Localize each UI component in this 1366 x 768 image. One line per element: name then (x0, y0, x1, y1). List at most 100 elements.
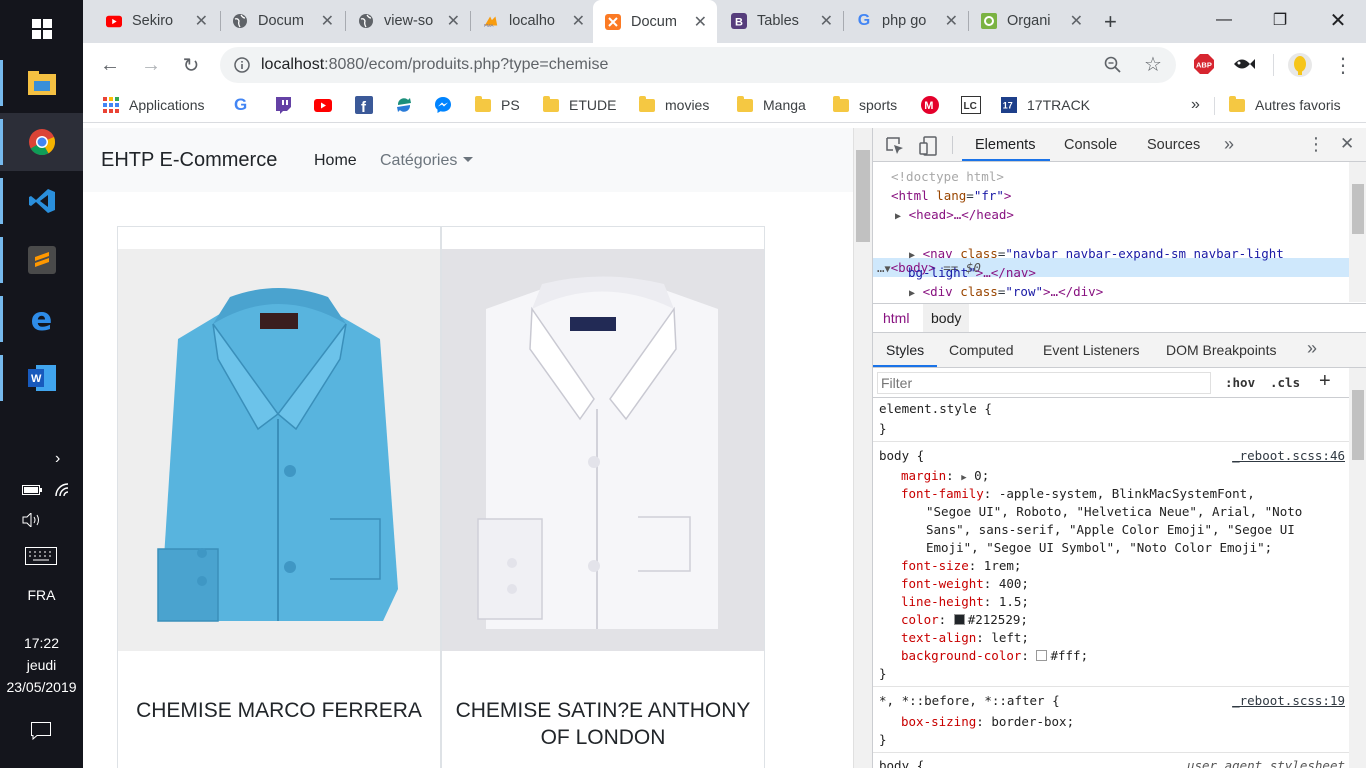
close-tab-icon[interactable]: ✕ (572, 11, 585, 31)
show-hidden-icons-chevron-icon[interactable]: › (55, 450, 60, 468)
fish-extension-icon[interactable] (1232, 55, 1256, 73)
new-style-rule-plus-icon[interactable]: + (1319, 370, 1331, 393)
tab-2[interactable]: view-so ✕ (346, 7, 470, 35)
tab-4-active[interactable]: Docum ✕ (593, 0, 717, 43)
expand-triangle-icon[interactable]: ▶ (895, 211, 901, 222)
lc-bookmark-icon[interactable]: LC (961, 94, 981, 116)
expand-triangle-icon[interactable]: ▶ (909, 250, 915, 261)
tab-7[interactable]: Organi ✕ (969, 7, 1093, 35)
decl-color[interactable]: color: #212529; (901, 611, 1028, 629)
decl-text-align[interactable]: text-align: left; (901, 629, 1029, 647)
close-tab-icon[interactable]: ✕ (1070, 11, 1083, 31)
nav-dropdown-categories[interactable]: Catégories (380, 152, 474, 170)
crumb-html[interactable]: html (883, 310, 909, 326)
youtube-bookmark-icon[interactable] (314, 94, 332, 116)
reload-icon[interactable]: ↻ (177, 51, 205, 79)
taskbar-vscode[interactable] (0, 172, 83, 230)
more-tabs-chevron-icon[interactable]: » (1224, 134, 1234, 155)
tab-dom-breakpoints[interactable]: DOM Breakpoints (1166, 342, 1276, 358)
product-card[interactable]: CHEMISE SATIN?E ANTHONY OF LONDON (441, 226, 765, 768)
decl-font-weight[interactable]: font-weight: 400; (901, 575, 1029, 593)
decl-font-size[interactable]: font-size: 1rem; (901, 557, 1021, 575)
bookmark-folder-sports[interactable]: sports (833, 94, 897, 116)
bookmark-folder-manga[interactable]: Manga (737, 94, 806, 116)
taskbar-sublime[interactable] (0, 231, 83, 289)
more-subtabs-chevron-icon[interactable]: » (1307, 338, 1317, 359)
new-tab-plus-icon[interactable]: + (1104, 9, 1117, 35)
dom-node-div-row[interactable]: ▶ <div class="row">…</div> (909, 282, 1103, 301)
product-image-white-shirt[interactable] (442, 249, 764, 651)
taskbar-edge[interactable]: e (0, 290, 83, 348)
decl-box-sizing[interactable]: box-sizing: border-box; (901, 713, 1074, 731)
cls-toggle[interactable]: .cls (1270, 375, 1300, 390)
color-swatch[interactable] (953, 614, 965, 625)
color-swatch[interactable] (1036, 650, 1048, 661)
tab-styles[interactable]: Styles (886, 342, 924, 358)
crumb-body[interactable]: body (923, 304, 970, 332)
product-card[interactable]: CHEMISE MARCO FERRERA (117, 226, 441, 768)
more-bookmarks-chevron-icon[interactable]: » (1191, 94, 1200, 116)
bookmark-applications[interactable]: Applications (103, 94, 205, 116)
bookmark-17track[interactable]: 17 17TRACK (1001, 94, 1090, 116)
product-title[interactable]: CHEMISE MARCO FERRERA (128, 697, 430, 724)
decl-font-family[interactable]: font-family: -apple-system, BlinkMacSyst… (901, 485, 1255, 503)
url-text[interactable]: localhost:8080/ecom/produits.php?type=ch… (261, 56, 608, 74)
dom-tree-scrollbar[interactable] (1349, 162, 1366, 302)
taskbar-file-explorer[interactable] (0, 54, 83, 112)
device-toolbar-icon[interactable] (919, 136, 939, 156)
forward-arrow-icon[interactable]: → (137, 51, 165, 79)
source-link[interactable]: _reboot.scss:19 (1232, 692, 1345, 710)
bookmark-other-favorites[interactable]: Autres favoris (1229, 94, 1341, 116)
rule-body-selector[interactable]: body { (879, 447, 924, 465)
product-title[interactable]: CHEMISE SATIN?E ANTHONY OF LONDON (452, 697, 754, 751)
tab-6[interactable]: G php go ✕ (844, 7, 968, 35)
close-devtools-icon[interactable]: ✕ (1340, 134, 1354, 154)
taskbar-word[interactable]: W (0, 349, 83, 407)
twitch-bookmark-icon[interactable] (274, 94, 292, 116)
messenger-bookmark-icon[interactable] (434, 94, 452, 116)
profile-avatar[interactable] (1287, 52, 1313, 78)
tab-elements[interactable]: Elements (975, 137, 1035, 153)
bookmark-folder-ps[interactable]: PS (475, 94, 520, 116)
touch-keyboard-icon[interactable] (25, 547, 57, 565)
close-tab-icon[interactable]: ✕ (820, 11, 833, 31)
adblock-plus-icon[interactable]: ABP (1193, 53, 1215, 75)
source-link[interactable]: _reboot.scss:46 (1232, 447, 1345, 465)
action-center-icon[interactable] (31, 722, 51, 740)
decl-background-color[interactable]: background-color: #fff; (901, 647, 1088, 665)
clock-time[interactable]: 17:22 (0, 635, 83, 651)
rule-element-style[interactable]: element.style { (879, 400, 992, 418)
google-bookmark-icon[interactable]: G (234, 94, 247, 116)
dom-node-nav[interactable]: ▶ <nav class="navbar navbar-expand-sm na… (909, 244, 1284, 263)
bookmark-folder-movies[interactable]: movies (639, 94, 709, 116)
minimize-icon[interactable]: — (1196, 0, 1252, 40)
info-icon[interactable] (234, 57, 250, 73)
decl-margin[interactable]: margin: ▶ 0; (901, 467, 989, 485)
close-tab-icon[interactable]: ✕ (694, 12, 707, 32)
tab-5[interactable]: B Tables ✕ (719, 7, 843, 35)
tab-sources[interactable]: Sources (1147, 137, 1200, 153)
close-tab-icon[interactable]: ✕ (321, 11, 334, 31)
dom-node-head[interactable]: ▶ <head>…</head> (895, 205, 1014, 224)
zoom-icon[interactable] (1104, 56, 1122, 74)
hov-toggle[interactable]: :hov (1225, 375, 1255, 390)
rule-universal-selector[interactable]: *, *::before, *::after { (879, 692, 1060, 710)
m-bookmark-icon[interactable]: M (921, 94, 939, 116)
tab-event-listeners[interactable]: Event Listeners (1043, 342, 1140, 358)
restore-icon[interactable]: ❐ (1252, 0, 1308, 40)
facebook-bookmark-icon[interactable]: f (355, 94, 373, 116)
page-scrollbar[interactable] (853, 128, 872, 768)
product-image-blue-shirt[interactable] (118, 249, 440, 651)
tab-3[interactable]: PMA localho ✕ (471, 7, 595, 35)
tab-console[interactable]: Console (1064, 137, 1117, 153)
dom-node-html[interactable]: <html lang="fr"> (891, 186, 1011, 205)
page-scrollbar-thumb[interactable] (856, 150, 870, 242)
language-indicator[interactable]: FRA (0, 587, 83, 603)
close-window-icon[interactable]: ✕ (1310, 0, 1366, 40)
bookmark-folder-etude[interactable]: ETUDE (543, 94, 616, 116)
inspect-element-icon[interactable] (886, 137, 904, 155)
close-tab-icon[interactable]: ✕ (447, 11, 460, 31)
nav-link-home[interactable]: Home (314, 152, 357, 170)
tab-0[interactable]: Sekiro ✕ (94, 7, 218, 35)
tab-1[interactable]: Docum ✕ (220, 7, 344, 35)
